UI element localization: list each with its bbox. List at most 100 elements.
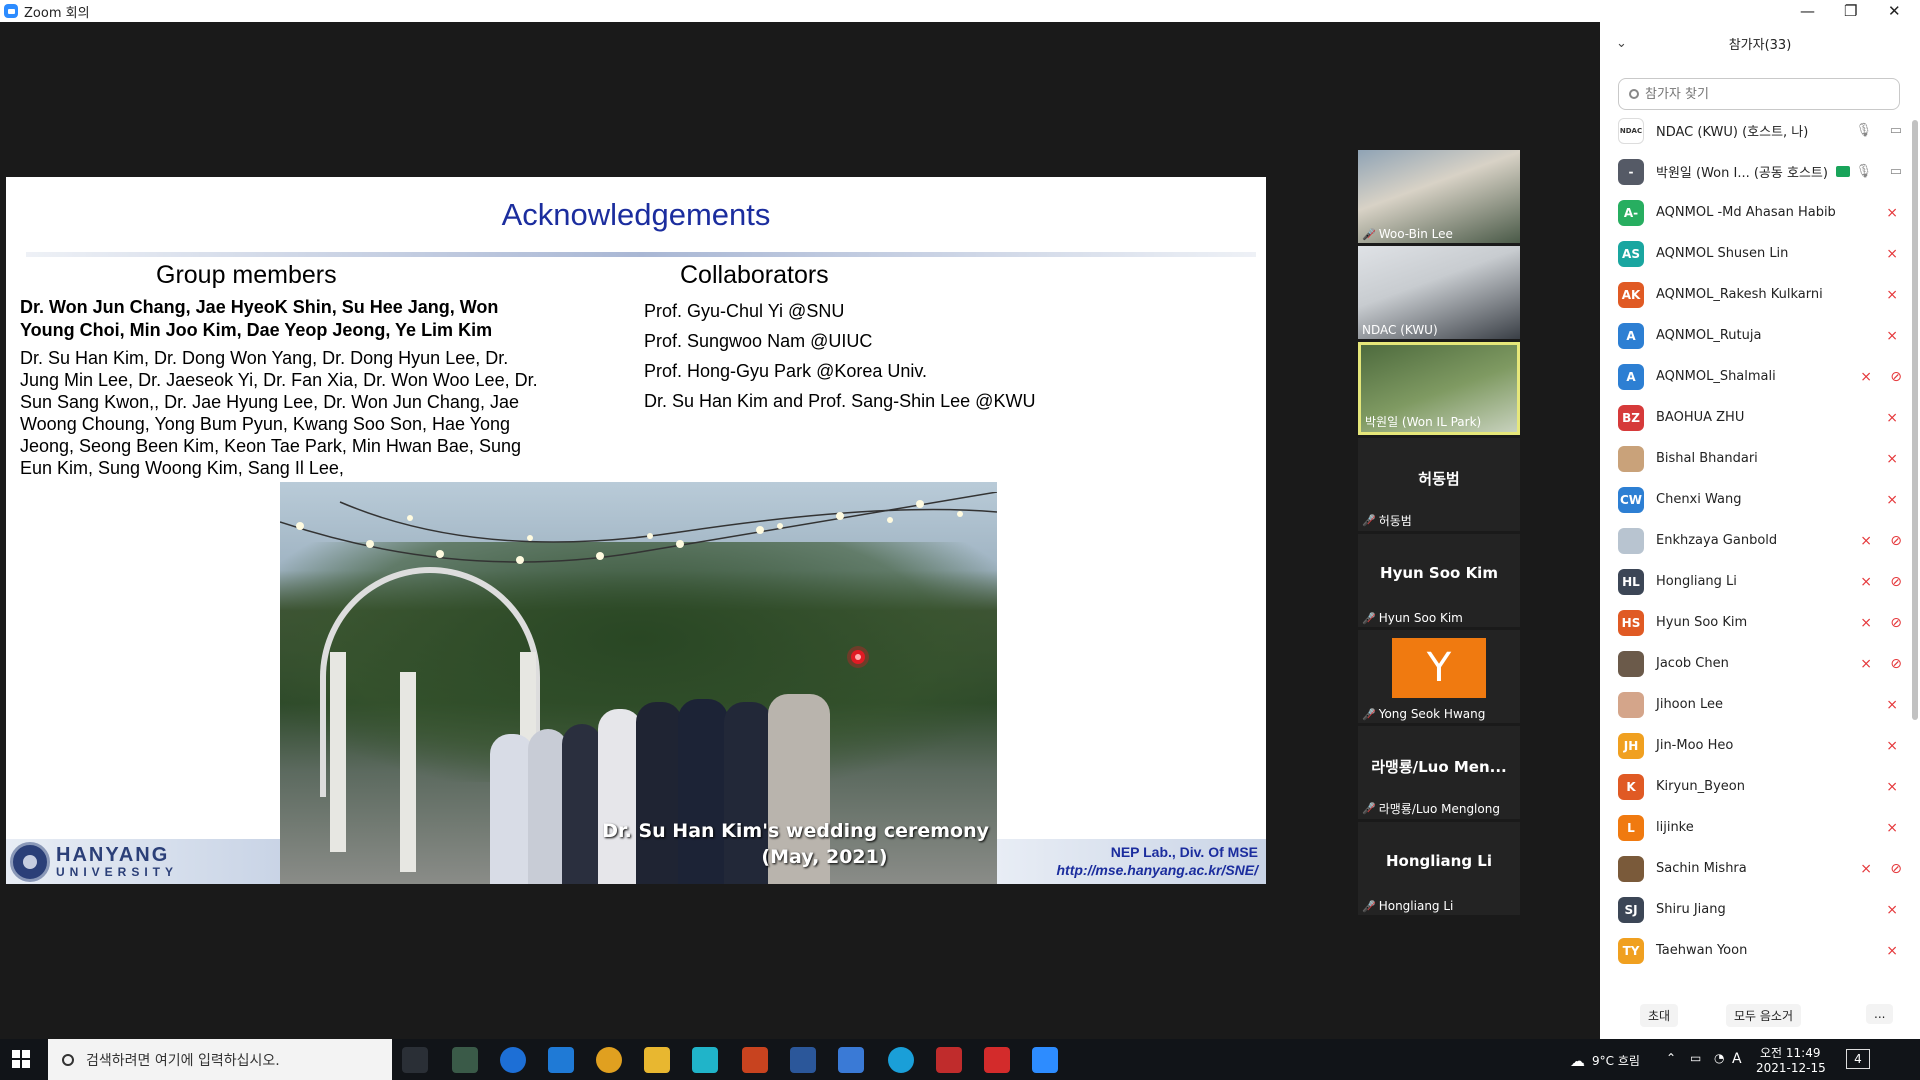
video-thumbnail[interactable]: 라맹룡/Luo Men... 🎤̸ 라맹룡/Luo Menglong [1358, 726, 1520, 819]
participant-row[interactable]: Enkhzaya Ganbold ⨯ ⊘ [1600, 520, 1920, 561]
participant-row[interactable]: JH Jin-Moo Heo ⨯ [1600, 725, 1920, 766]
camera-icon[interactable]: ▭ [1890, 164, 1902, 179]
mic-off-icon[interactable]: ⨯ [1860, 615, 1872, 631]
app-icon[interactable] [936, 1047, 962, 1073]
internet-explorer-icon[interactable] [500, 1047, 526, 1073]
mic-off-icon[interactable]: ⨯ [1860, 656, 1872, 672]
more-button[interactable]: ... [1866, 1004, 1894, 1024]
mic-off-icon[interactable]: ⨯ [1886, 287, 1898, 303]
edge-icon[interactable] [888, 1047, 914, 1073]
mute-all-button[interactable]: 모두 음소거 [1726, 1004, 1802, 1027]
participant-row[interactable]: Bishal Bhandari ⨯ [1600, 438, 1920, 479]
windows-start-icon[interactable] [12, 1050, 30, 1068]
battery-icon[interactable]: ▭ [1690, 1051, 1701, 1065]
participants-header: 참가자(33) [1728, 38, 1792, 53]
invite-button[interactable]: 초대 [1640, 1004, 1679, 1027]
participant-row[interactable]: AS AQNMOL Shusen Lin ⨯ [1600, 233, 1920, 274]
wifi-icon[interactable]: ◔ [1714, 1051, 1724, 1065]
clock-date[interactable]: 2021-12-15 [1756, 1061, 1826, 1075]
close-button[interactable]: ✕ [1888, 2, 1901, 20]
zoom-taskbar-icon[interactable] [1032, 1047, 1058, 1073]
window-controls: — ❐ ✕ [1600, 0, 1920, 22]
camera-off-icon[interactable]: ⊘ [1890, 861, 1902, 877]
participant-row[interactable]: Jihoon Lee ⨯ [1600, 684, 1920, 725]
mic-off-icon[interactable]: ⨯ [1860, 861, 1872, 877]
mic-icon[interactable]: 🎙 [1855, 123, 1872, 138]
task-view-icon[interactable] [402, 1047, 428, 1073]
participant-row[interactable]: - 박원일 (Won I... (공동 호스트) 🎙 ▭ [1600, 151, 1920, 192]
avatar [1618, 650, 1644, 677]
participant-row[interactable]: K Kiryun_Byeon ⨯ [1600, 766, 1920, 807]
weather-text[interactable]: 9°C 흐림 [1592, 1052, 1640, 1069]
mic-off-icon[interactable]: ⨯ [1886, 697, 1898, 713]
mic-off-icon[interactable]: ⨯ [1886, 328, 1898, 344]
participant-row[interactable]: A AQNMOL_Shalmali ⨯ ⊘ [1600, 356, 1920, 397]
camera-off-icon[interactable]: ⊘ [1890, 574, 1902, 590]
participant-row[interactable]: BZ BAOHUA ZHU ⨯ [1600, 397, 1920, 438]
mic-off-icon: 🎤̸ [1362, 899, 1376, 913]
mic-off-icon[interactable]: ⨯ [1886, 820, 1898, 836]
mic-off-icon[interactable]: ⨯ [1860, 533, 1872, 549]
participant-row[interactable]: SJ Shiru Jiang ⨯ [1600, 889, 1920, 930]
chevron-up-icon[interactable]: ⌃ [1666, 1051, 1676, 1065]
mic-off-icon[interactable]: ⨯ [1886, 943, 1898, 959]
participant-row[interactable]: Jacob Chen ⨯ ⊘ [1600, 643, 1920, 684]
participant-row[interactable]: A AQNMOL_Rutuja ⨯ [1600, 315, 1920, 356]
video-thumbnail-active-speaker[interactable]: 박원일 (Won IL Park) [1358, 342, 1520, 435]
mic-off-icon[interactable]: ⨯ [1886, 779, 1898, 795]
avatar: Y [1392, 638, 1486, 698]
file-explorer-icon[interactable] [644, 1047, 670, 1073]
camera-off-icon[interactable]: ⊘ [1890, 615, 1902, 631]
participant-list-scrollbar[interactable] [1912, 110, 1918, 980]
camera-off-icon[interactable]: ⊘ [1890, 656, 1902, 672]
mic-off-icon[interactable]: ⨯ [1886, 902, 1898, 918]
participant-search[interactable] [1618, 78, 1900, 110]
camera-off-icon[interactable]: ⊘ [1890, 369, 1902, 385]
participant-row[interactable]: HL Hongliang Li ⨯ ⊘ [1600, 561, 1920, 602]
store-icon[interactable] [838, 1047, 864, 1073]
photo-caption-line2: (May, 2021) [761, 846, 888, 868]
mic-off-icon[interactable]: ⨯ [1886, 246, 1898, 262]
participant-name: Jacob Chen [1656, 656, 1729, 671]
participant-row[interactable]: TY Taehwan Yoon ⨯ [1600, 930, 1920, 971]
mic-off-icon[interactable]: ⨯ [1886, 451, 1898, 467]
taskbar-search[interactable]: 검색하려면 여기에 입력하십시오. [48, 1039, 392, 1080]
thumbnail-name: 라맹룡/Luo Menglong [1378, 802, 1500, 816]
app-icon[interactable] [692, 1047, 718, 1073]
video-thumbnail[interactable]: 허동범 🎤̸ 허동범 [1358, 438, 1520, 531]
minimize-button[interactable]: — [1800, 2, 1815, 20]
chrome-icon[interactable] [596, 1047, 622, 1073]
participant-row[interactable]: HS Hyun Soo Kim ⨯ ⊘ [1600, 602, 1920, 643]
participant-search-input[interactable] [1645, 86, 1875, 102]
mic-off-icon[interactable]: ⨯ [1886, 738, 1898, 754]
video-thumbnail[interactable]: 🎤̸ Woo-Bin Lee [1358, 150, 1520, 243]
camera-icon[interactable]: ▭ [1890, 123, 1902, 138]
word-icon[interactable] [790, 1047, 816, 1073]
video-thumbnail[interactable]: Y 🎤̸ Yong Seok Hwang [1358, 630, 1520, 723]
mic-off-icon[interactable]: ⨯ [1886, 410, 1898, 426]
camera-off-icon[interactable]: ⊘ [1890, 533, 1902, 549]
participant-row[interactable]: Llijinke ⨯ [1600, 807, 1920, 848]
participant-name: AQNMOL_Rutuja [1656, 328, 1762, 343]
restore-button[interactable]: ❐ [1844, 2, 1857, 20]
notifications-icon[interactable]: 4 [1846, 1049, 1870, 1069]
mail-icon[interactable] [548, 1047, 574, 1073]
participant-row[interactable]: CW Chenxi Wang ⨯ [1600, 479, 1920, 520]
video-thumbnail[interactable]: Hyun Soo Kim 🎤̸ Hyun Soo Kim [1358, 534, 1520, 627]
mic-off-icon[interactable]: ⨯ [1860, 574, 1872, 590]
ime-indicator[interactable]: A [1732, 1051, 1742, 1067]
mic-off-icon[interactable]: ⨯ [1886, 492, 1898, 508]
video-thumbnail[interactable]: Hongliang Li 🎤̸ Hongliang Li [1358, 822, 1520, 915]
participant-row[interactable]: AK AQNMOL_Rakesh Kulkarni ⨯ [1600, 274, 1920, 315]
participant-row[interactable]: A- AQNMOL -Md Ahasan Habib ⨯ [1600, 192, 1920, 233]
app-icon[interactable] [452, 1047, 478, 1073]
mic-icon[interactable]: 🎙 [1855, 164, 1872, 179]
clock-time[interactable]: 오전 11:49 [1760, 1044, 1820, 1061]
powerpoint-icon[interactable] [742, 1047, 768, 1073]
participant-row[interactable]: Sachin Mishra ⨯ ⊘ [1600, 848, 1920, 889]
acrobat-icon[interactable] [984, 1047, 1010, 1073]
video-thumbnail[interactable]: NDAC (KWU) [1358, 246, 1520, 339]
mic-off-icon[interactable]: ⨯ [1860, 369, 1872, 385]
mic-off-icon[interactable]: ⨯ [1886, 205, 1898, 221]
participant-row[interactable]: NDAC NDAC (KWU) (호스트, 나) 🎙 ▭ [1600, 110, 1920, 151]
